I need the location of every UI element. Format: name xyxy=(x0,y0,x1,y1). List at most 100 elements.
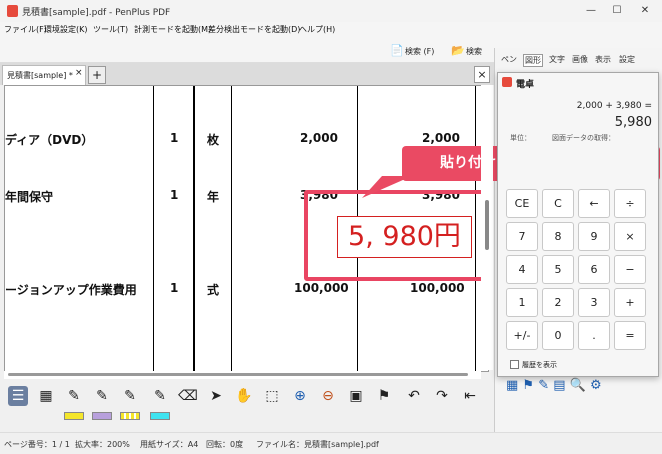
search-doc-icon[interactable]: 📄 xyxy=(390,44,404,57)
calculator-window: 電卓 2,000 + 3,980 = 5,980 単位： 図面データの取得： C… xyxy=(497,72,659,377)
tab-text[interactable]: 文字 xyxy=(549,54,565,65)
highlighter-yellow-icon[interactable]: ✎ xyxy=(64,386,84,406)
redo-icon[interactable]: ↷ xyxy=(432,386,452,406)
calculator-result: 5,980 xyxy=(614,115,652,130)
hand-icon[interactable]: ✋ xyxy=(234,386,254,406)
dotted-yellow-swatch[interactable] xyxy=(120,412,140,420)
pointer-icon[interactable]: ➤ xyxy=(206,386,226,406)
fit-page-icon[interactable]: ▣ xyxy=(346,386,366,406)
tab-config[interactable]: 設定 xyxy=(619,54,635,65)
bookmark-icon[interactable]: ⚑ xyxy=(374,386,394,406)
minimize-button[interactable]: — xyxy=(578,3,604,19)
unit: 式 xyxy=(207,283,220,297)
menu-file[interactable]: ファイル(F) xyxy=(4,24,47,35)
highlighter-purple-icon[interactable]: ✎ xyxy=(92,386,112,406)
history-checkbox[interactable] xyxy=(510,360,519,369)
seven-button[interactable]: 7 xyxy=(506,222,538,251)
five-button[interactable]: 5 xyxy=(542,255,574,284)
calculator-icon[interactable]: ▦ xyxy=(36,386,56,406)
menu-tools[interactable]: ツール(T) xyxy=(93,24,128,35)
multiply-button[interactable]: × xyxy=(614,222,646,251)
table-divider xyxy=(193,86,195,371)
cyan-swatch[interactable] xyxy=(150,412,170,420)
two-button[interactable]: 2 xyxy=(542,288,574,317)
zoom-in-icon[interactable]: ⊕ xyxy=(290,386,310,406)
scroll-thumb[interactable] xyxy=(8,373,468,376)
panel-icons[interactable]: ▦ ⚑ ✎ ▤ 🔍 ⚙ xyxy=(506,378,602,393)
highlighter-cyan-icon[interactable]: ✎ xyxy=(150,386,170,406)
highlighter-dotted-icon[interactable]: ✎ xyxy=(120,386,140,406)
yellow-swatch[interactable] xyxy=(64,412,84,420)
three-button[interactable]: 3 xyxy=(578,288,610,317)
tab-shape[interactable]: 図形 xyxy=(523,54,543,67)
zoom-out-icon[interactable]: ⊖ xyxy=(318,386,338,406)
purple-swatch[interactable] xyxy=(92,412,112,420)
zero-button[interactable]: 0 xyxy=(542,321,574,350)
search-folder-label[interactable]: 検索 xyxy=(466,46,482,57)
menu-measure-mode[interactable]: 計測モードを起動(M) xyxy=(134,24,211,35)
four-button[interactable]: 4 xyxy=(506,255,538,284)
status-zoom: 拡大率：200% xyxy=(75,440,130,449)
close-button[interactable]: ✕ xyxy=(632,3,658,19)
tab-image[interactable]: 画像 xyxy=(572,54,588,65)
decimal-button[interactable]: . xyxy=(578,321,610,350)
table-divider xyxy=(153,86,154,371)
eight-button[interactable]: 8 xyxy=(542,222,574,251)
tab-pen[interactable]: ペン xyxy=(501,54,517,65)
status-rotation: 回転：0度 xyxy=(206,440,244,449)
backspace-button[interactable]: ← xyxy=(578,189,610,218)
calculator-keypad: CE C ← ÷ 7 8 9 × 4 5 6 − 1 2 3 + +/- 0 .… xyxy=(502,185,654,353)
status-paper: 用紙サイズ：A4 xyxy=(140,440,199,449)
equals-button[interactable]: = xyxy=(614,321,646,350)
first-page-icon[interactable]: ⇤ xyxy=(460,386,480,406)
status-bar: ページ番号：1 / 1 拡大率：200% 用紙サイズ：A4 回転：0度 ファイル… xyxy=(0,432,662,454)
window-title: 見積書[sample].pdf - PenPlus PDF xyxy=(22,8,171,18)
item-name: ージョンアップ作業費用 xyxy=(5,283,137,297)
item-name: 年間保守 xyxy=(5,190,54,204)
menu-icon[interactable]: ☰ xyxy=(8,386,28,406)
calculator-expression: 2,000 + 3,980 = xyxy=(576,101,652,111)
document-tab-close-icon[interactable]: × xyxy=(75,68,83,78)
horizontal-scrollbar[interactable] xyxy=(4,371,481,379)
unit-price: 100,000 xyxy=(294,281,349,295)
calculator-app-icon xyxy=(502,77,512,87)
scroll-thumb[interactable] xyxy=(485,200,489,250)
close-document-button[interactable]: × xyxy=(474,66,490,83)
eraser-icon[interactable]: ⌫ xyxy=(178,386,198,406)
divide-button[interactable]: ÷ xyxy=(614,189,646,218)
amount: 2,000 xyxy=(422,131,460,145)
title-bar: 見積書[sample].pdf - PenPlus PDF — ☐ ✕ xyxy=(0,0,662,23)
item-name: ディア（DVD） xyxy=(5,133,94,147)
history-label: 履歴を表示 xyxy=(522,361,557,369)
select-area-icon[interactable]: ⬚ xyxy=(262,386,282,406)
unit-price: 2,000 xyxy=(300,131,338,145)
ce-button[interactable]: CE xyxy=(506,189,538,218)
unit-label: 単位： xyxy=(510,134,531,142)
status-filename: ファイル名：見積書[sample].pdf xyxy=(256,440,379,449)
menu-settings[interactable]: 環境設定(K) xyxy=(44,24,88,35)
tab-view[interactable]: 表示 xyxy=(595,54,611,65)
menu-diff-mode[interactable]: 差分検出モードを起動(D) xyxy=(208,24,300,35)
nine-button[interactable]: 9 xyxy=(578,222,610,251)
amount: 100,000 xyxy=(410,281,465,295)
document-tab-label: 見積書[sample] * xyxy=(7,71,73,80)
document-tab[interactable]: 見積書[sample] * × xyxy=(2,65,86,85)
pasted-value-box[interactable]: 5, 980円 xyxy=(337,216,472,258)
add-tab-button[interactable]: + xyxy=(88,66,106,84)
calculator-title: 電卓 xyxy=(516,80,535,90)
menu-help[interactable]: ヘルプ(H) xyxy=(299,24,335,35)
minus-button[interactable]: − xyxy=(614,255,646,284)
sign-toggle-button[interactable]: +/- xyxy=(506,321,538,350)
vertical-scrollbar[interactable] xyxy=(481,85,493,370)
clear-button[interactable]: C xyxy=(542,189,574,218)
plus-button[interactable]: + xyxy=(614,288,646,317)
menu-bar: ファイル(F) 環境設定(K) ツール(T) 計測モードを起動(M) 差分検出モ… xyxy=(0,22,662,38)
undo-icon[interactable]: ↶ xyxy=(404,386,424,406)
maximize-button[interactable]: ☐ xyxy=(604,3,630,19)
folder-search-icon[interactable]: 📂 xyxy=(451,44,465,57)
fetch-label: 図面データの取得： xyxy=(552,134,615,142)
search-button-label[interactable]: 検索 (F) xyxy=(405,46,434,57)
quantity: 1 xyxy=(170,281,179,295)
one-button[interactable]: 1 xyxy=(506,288,538,317)
six-button[interactable]: 6 xyxy=(578,255,610,284)
